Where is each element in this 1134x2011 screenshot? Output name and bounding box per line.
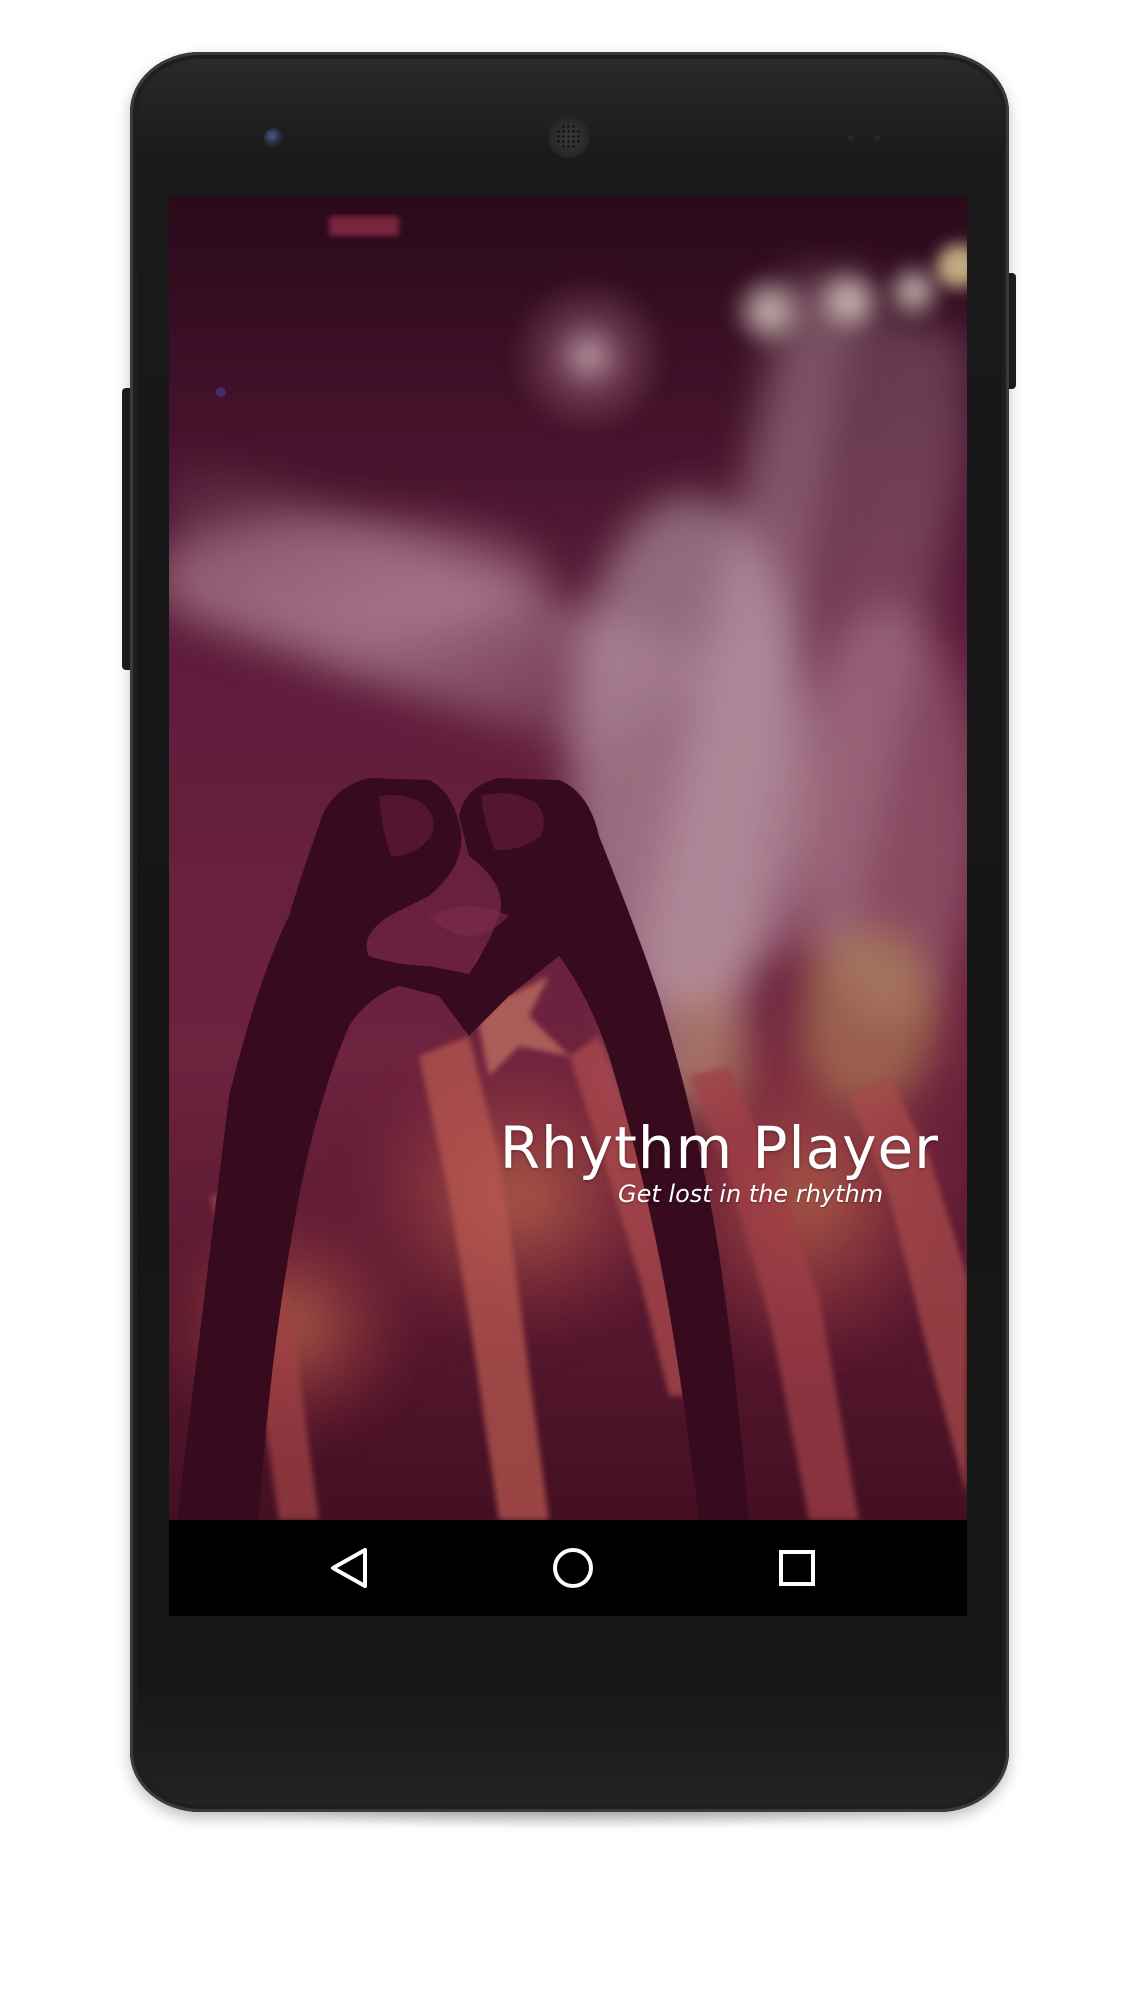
home-circle-icon [553,1548,593,1588]
device-mockup: Rhythm Player Get lost in the rhythm [0,0,1134,2011]
phone-screen: Rhythm Player Get lost in the rhythm [169,196,967,1616]
splash-background: Rhythm Player Get lost in the rhythm [169,196,967,1520]
app-tagline: Get lost in the rhythm [618,1180,884,1208]
proximity-sensor-icon [848,135,854,141]
app-title: Rhythm Player [499,1114,939,1182]
back-button[interactable] [321,1540,377,1596]
earpiece-speaker-icon [548,116,590,158]
back-triangle-icon [331,1548,367,1588]
recent-apps-button[interactable] [769,1540,825,1596]
navigation-bar [169,1520,967,1616]
concert-background-image [169,196,967,1520]
front-camera-icon [264,128,284,148]
recent-square-icon [779,1550,815,1586]
home-button[interactable] [545,1540,601,1596]
light-sensor-icon [874,135,880,141]
